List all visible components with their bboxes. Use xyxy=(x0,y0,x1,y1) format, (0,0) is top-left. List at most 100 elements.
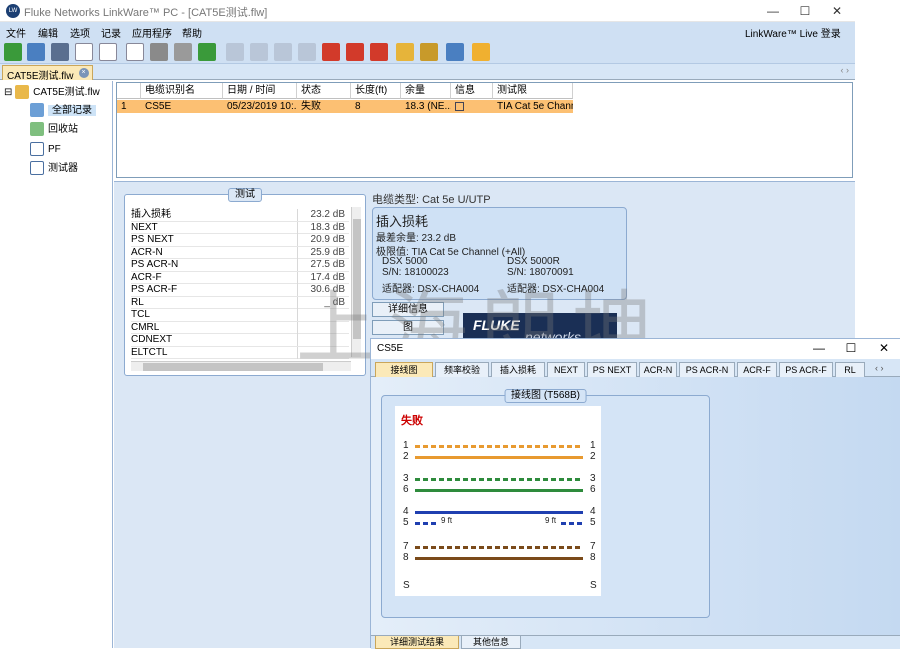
column-header[interactable] xyxy=(117,83,141,99)
tab-scroll-arrows[interactable]: ‹ › xyxy=(841,65,850,75)
new-icon[interactable] xyxy=(4,43,22,61)
tab-other-info[interactable]: 其他信息 xyxy=(461,636,521,649)
column-header[interactable]: 信息 xyxy=(451,83,493,99)
test-row[interactable]: 插入损耗 23.2 dB xyxy=(131,209,349,222)
test-margin: 25.9 dB xyxy=(310,246,345,258)
pin-label-right: 7 xyxy=(590,541,596,552)
open-length-right: 9 ft xyxy=(545,516,557,525)
tree-item-recycle-bin[interactable]: 回收站 xyxy=(30,122,78,138)
tree-root[interactable]: ⊟ CAT5E测试.flw xyxy=(4,85,100,101)
tree-toggle-icon[interactable]: ⊟ xyxy=(4,87,12,98)
status-cell: 失败 xyxy=(297,100,351,113)
test-margin: 23.2 dB xyxy=(310,209,345,220)
column-header[interactable]: 长度(ft) xyxy=(351,83,401,99)
minimize-button[interactable]: — xyxy=(764,2,782,20)
wiremap-title: 接线图 (T568B) xyxy=(504,389,587,403)
menu-options[interactable]: 选项 xyxy=(70,25,90,40)
tab-wiremap[interactable]: 接线图 xyxy=(375,362,433,377)
tab-rl[interactable]: RL xyxy=(835,362,865,377)
test-margin: 20.9 dB xyxy=(310,234,345,245)
wire-pair-3-stripe-right xyxy=(561,522,583,525)
test-name: PS NEXT xyxy=(131,234,174,245)
shield-label-left: S xyxy=(403,580,410,591)
project-tree: ⊟ CAT5E测试.flw 全部记录 回收站 PF 测试器 xyxy=(0,81,113,648)
child-bottom-tabstrip: 详细测试结果 其他信息 xyxy=(371,635,900,649)
menu-edit[interactable]: 编辑 xyxy=(38,25,58,40)
column-header[interactable]: 余量 xyxy=(401,83,451,99)
child-tab-scroll[interactable]: ‹ › xyxy=(875,363,884,373)
pin-label-left: 4 xyxy=(403,506,409,517)
test-name: ACR-N xyxy=(131,246,163,258)
menu-help[interactable]: 帮助 xyxy=(182,25,202,40)
close-icon[interactable]: × xyxy=(78,68,89,78)
wiremap-status: 失败 xyxy=(401,415,423,427)
open-icon[interactable] xyxy=(27,43,45,61)
test-name: CDNEXT xyxy=(131,334,173,345)
tab-next[interactable]: NEXT xyxy=(547,362,585,377)
tab-acr-n[interactable]: ACR-N xyxy=(639,362,677,377)
next-icon[interactable] xyxy=(274,43,292,61)
print-preview-icon[interactable] xyxy=(174,43,192,61)
document-tab[interactable]: CAT5E测试.flw × xyxy=(2,65,93,82)
tab-frequency[interactable]: 频率校验 xyxy=(435,362,489,377)
wire-pair-2-stripe xyxy=(415,478,583,481)
info-icon[interactable] xyxy=(455,102,464,111)
test-row[interactable]: NEXT 18.3 dB xyxy=(131,221,349,234)
first-icon[interactable] xyxy=(226,43,244,61)
test-name: ACR-F xyxy=(131,271,162,283)
flag-down-icon[interactable] xyxy=(346,43,364,61)
pin-label-right: 6 xyxy=(590,484,596,495)
test-name: RL xyxy=(131,296,144,308)
tree-item-pf[interactable]: PF xyxy=(30,142,61,158)
tab-ps-acr-f[interactable]: PS ACR-F xyxy=(779,362,833,377)
sort-icon[interactable] xyxy=(198,43,216,61)
close-button[interactable]: ✕ xyxy=(828,2,846,20)
column-divider xyxy=(297,246,298,259)
wire-pair-2-solid xyxy=(415,489,583,492)
flag-up-icon[interactable] xyxy=(370,43,388,61)
test-name: ELTCTL xyxy=(131,346,168,358)
column-header[interactable]: 测试限 xyxy=(493,83,573,99)
maximize-button[interactable]: ☐ xyxy=(796,2,814,20)
test-row[interactable]: PS NEXT 20.9 dB xyxy=(131,234,349,247)
menu-records[interactable]: 记录 xyxy=(101,25,121,40)
child-close-button[interactable]: ✕ xyxy=(876,341,892,355)
column-divider xyxy=(297,234,298,246)
tree-item-all-records[interactable]: 全部记录 xyxy=(30,103,96,119)
cable-type-label: 电缆类型: Cat 5e U/UTP xyxy=(372,194,491,206)
export-icon[interactable] xyxy=(420,43,438,61)
menu-applications[interactable]: 应用程序 xyxy=(132,25,172,40)
tab-detailed-results[interactable]: 详细测试结果 xyxy=(375,636,459,649)
column-header[interactable]: 日期 / 时间 xyxy=(223,83,297,99)
last-icon[interactable] xyxy=(298,43,316,61)
edit-icon[interactable] xyxy=(126,43,144,61)
tab-ps-next[interactable]: PS NEXT xyxy=(587,362,637,377)
tab-acr-f[interactable]: ACR-F xyxy=(737,362,777,377)
pdf-icon[interactable] xyxy=(75,43,93,61)
pin-label-right: 5 xyxy=(590,517,596,528)
flag-red-icon[interactable] xyxy=(322,43,340,61)
chart-icon[interactable] xyxy=(446,43,464,61)
import-icon[interactable] xyxy=(396,43,414,61)
print-icon[interactable] xyxy=(150,43,168,61)
menu-file[interactable]: 文件 xyxy=(6,25,26,40)
row-index: 1 xyxy=(117,100,141,113)
limit-cell: TIA Cat 5e Channel xyxy=(493,100,573,113)
tab-insertion-loss[interactable]: 插入损耗 xyxy=(491,362,545,377)
child-maximize-button[interactable]: ☐ xyxy=(843,341,859,355)
xml-icon[interactable] xyxy=(99,43,117,61)
child-minimize-button[interactable]: — xyxy=(811,341,827,355)
margin-cell: 18.3 (NE... xyxy=(401,100,451,113)
prev-icon[interactable] xyxy=(250,43,268,61)
child-tabstrip: 接线图 频率校验 插入损耗 NEXT PS NEXT ACR-N PS ACR-… xyxy=(371,359,900,377)
linkware-live-login[interactable]: LinkWare™ Live 登录 xyxy=(745,25,900,40)
tab-ps-acr-n[interactable]: PS ACR-N xyxy=(679,362,735,377)
save-icon[interactable] xyxy=(51,43,69,61)
test-row[interactable]: ACR-N 25.9 dB xyxy=(131,246,349,259)
window-title: Fluke Networks LinkWare™ PC - [CAT5E测试.f… xyxy=(24,7,268,19)
child-window-title: CS5E xyxy=(377,343,404,354)
column-header[interactable]: 电缆识别名 xyxy=(141,83,223,99)
column-header[interactable]: 状态 xyxy=(297,83,351,99)
tree-item-tester[interactable]: 测试器 xyxy=(30,161,78,177)
lw-icon[interactable] xyxy=(472,43,490,61)
